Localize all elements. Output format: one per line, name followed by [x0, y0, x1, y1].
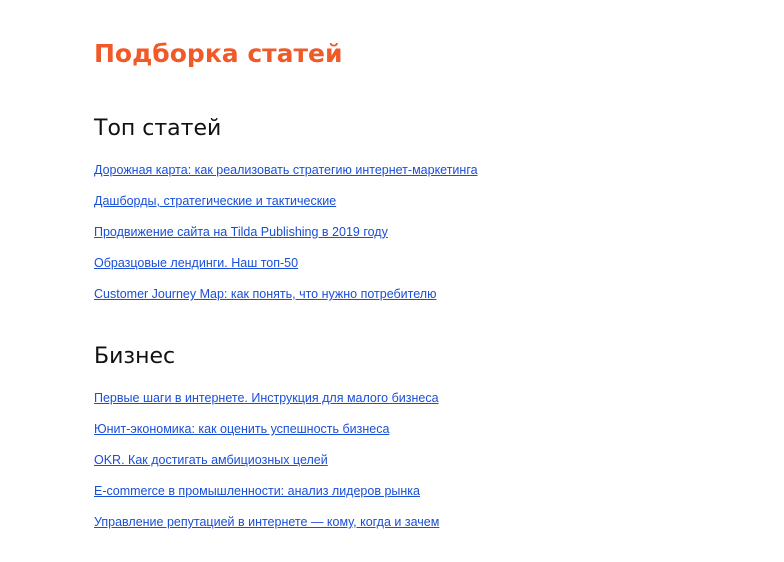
- list-item: Дашборды, стратегические и тактические: [94, 191, 478, 222]
- article-link[interactable]: OKR. Как достигать амбициозных целей: [94, 453, 328, 467]
- article-link[interactable]: E-commerce в промышленности: анализ лиде…: [94, 484, 420, 498]
- article-link[interactable]: Образцовые лендинги. Наш топ-50: [94, 256, 298, 270]
- page: Подборка статей Топ статей Дорожная карт…: [0, 0, 784, 562]
- article-list-business: Первые шаги в интернете. Инструкция для …: [94, 388, 439, 543]
- article-link[interactable]: Дорожная карта: как реализовать стратеги…: [94, 163, 478, 177]
- list-item: Образцовые лендинги. Наш топ-50: [94, 253, 478, 284]
- article-link[interactable]: Управление репутацией в интернете — кому…: [94, 515, 439, 529]
- section-heading-top-articles: Топ статей: [94, 116, 222, 141]
- article-link[interactable]: Юнит-экономика: как оценить успешность б…: [94, 422, 389, 436]
- page-title: Подборка статей: [94, 39, 343, 68]
- list-item: Дорожная карта: как реализовать стратеги…: [94, 160, 478, 191]
- article-link[interactable]: Customer Journey Map: как понять, что ну…: [94, 287, 436, 301]
- article-link[interactable]: Дашборды, стратегические и тактические: [94, 194, 336, 208]
- list-item: Управление репутацией в интернете — кому…: [94, 512, 439, 543]
- article-list-top: Дорожная карта: как реализовать стратеги…: [94, 160, 478, 315]
- list-item: OKR. Как достигать амбициозных целей: [94, 450, 439, 481]
- section-heading-business: Бизнес: [94, 344, 176, 369]
- list-item: E-commerce в промышленности: анализ лиде…: [94, 481, 439, 512]
- article-link[interactable]: Первые шаги в интернете. Инструкция для …: [94, 391, 439, 405]
- list-item: Юнит-экономика: как оценить успешность б…: [94, 419, 439, 450]
- list-item: Первые шаги в интернете. Инструкция для …: [94, 388, 439, 419]
- article-link[interactable]: Продвижение сайта на Tilda Publishing в …: [94, 225, 388, 239]
- list-item: Продвижение сайта на Tilda Publishing в …: [94, 222, 478, 253]
- list-item: Customer Journey Map: как понять, что ну…: [94, 284, 478, 315]
